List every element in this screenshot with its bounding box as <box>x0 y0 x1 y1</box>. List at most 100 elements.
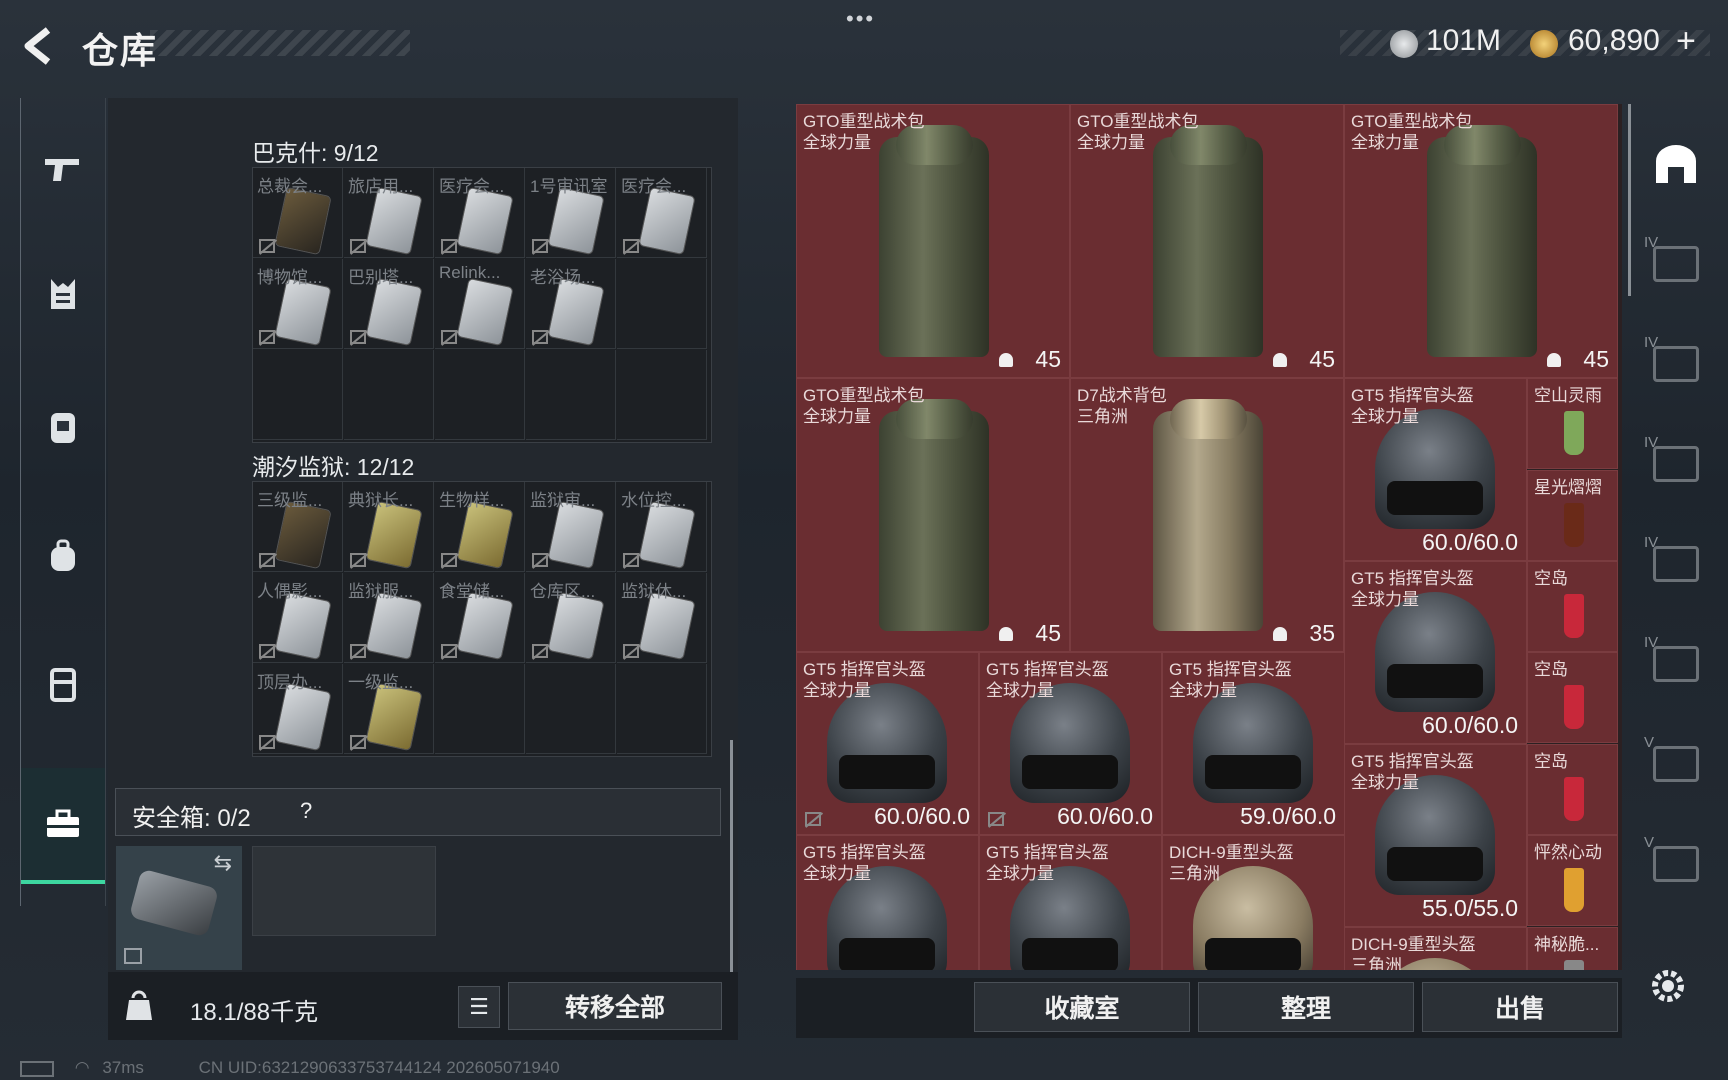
sell-button[interactable]: 出售 <box>1422 982 1618 1032</box>
stash-key-card[interactable]: 旅店用... <box>344 168 434 258</box>
stash-key-card[interactable]: 医疗会... <box>435 168 525 258</box>
stash-key-card[interactable]: 仓库区... <box>526 573 616 663</box>
storage-home-tab[interactable] <box>1644 134 1708 194</box>
stash-key-card[interactable]: 一级监... <box>344 664 434 754</box>
armor-vest-icon <box>51 279 75 309</box>
key-card-image <box>275 502 331 568</box>
stash-key-card[interactable]: 生物样... <box>435 482 525 572</box>
empty-slot[interactable] <box>526 664 616 754</box>
settings-gear-icon[interactable] <box>1648 966 1688 1011</box>
helmet-item[interactable]: DICH-9重型头盔 三角洲 <box>1344 927 1527 970</box>
storage-tab[interactable]: V <box>1644 734 1708 794</box>
back-arrow-icon[interactable] <box>20 26 60 66</box>
stash-key-card[interactable]: 人偶影... <box>253 573 343 663</box>
helmet-item[interactable]: GT5 指挥官头盔 全球力量 <box>979 835 1162 970</box>
storage-tab[interactable]: IV <box>1644 534 1708 594</box>
stash-key-card[interactable]: 顶层办... <box>253 664 343 754</box>
nav-armor[interactable] <box>21 238 105 350</box>
backpack-image <box>1153 411 1263 631</box>
stash-key-card[interactable]: 总裁会... <box>253 168 343 258</box>
empty-slot[interactable] <box>617 259 707 349</box>
drink-item[interactable]: 怦然心动 <box>1527 835 1618 926</box>
list-view-icon[interactable]: ☰ <box>458 986 500 1028</box>
empty-slot[interactable] <box>253 350 343 440</box>
storage-tab[interactable]: IV <box>1644 234 1708 294</box>
stash-key-card[interactable]: 监狱服... <box>344 573 434 663</box>
empty-slot[interactable] <box>435 350 525 440</box>
stash-key-card[interactable]: 水位控... <box>617 482 707 572</box>
empty-slot[interactable] <box>435 664 525 754</box>
more-menu-icon[interactable]: ••• <box>846 6 875 32</box>
swap-icon[interactable]: ⇆ <box>214 850 232 876</box>
storage-tab[interactable]: IV <box>1644 634 1708 694</box>
drink-item[interactable]: 星光熠熠 <box>1527 470 1618 561</box>
stash-key-card[interactable]: Relink... <box>435 259 525 349</box>
safebox-help-icon[interactable]: ? <box>300 798 312 824</box>
safebox-item-slot[interactable]: ⇆ <box>116 846 242 970</box>
collection-button[interactable]: 收藏室 <box>974 982 1190 1032</box>
helmet-item[interactable]: GT5 指挥官头盔 全球力量 60.0/60.0 <box>1344 378 1527 561</box>
stash-key-card[interactable]: 老浴场... <box>526 259 616 349</box>
durability-value: 60.0/60.0 <box>1057 803 1153 829</box>
key-card-image <box>457 188 513 254</box>
nav-backpack[interactable] <box>21 500 105 612</box>
nav-chest-rig[interactable] <box>21 370 105 482</box>
storage-tab[interactable]: V <box>1644 834 1708 894</box>
key-card-image <box>548 502 604 568</box>
stash-key-card[interactable]: 巴别塔... <box>344 259 434 349</box>
no-insure-icon <box>441 330 457 344</box>
helmet-item[interactable]: GT5 指挥官头盔 全球力量 60.0/60.0 <box>1344 561 1527 744</box>
helmet-item[interactable]: GT5 指挥官头盔 全球力量 59.0/60.0 <box>1162 652 1345 835</box>
stash-key-card[interactable]: 三级监... <box>253 482 343 572</box>
capacity-value: 45 <box>1035 620 1061 646</box>
backpack-item[interactable]: D7战术背包 三角洲 35 <box>1070 378 1344 652</box>
empty-slot[interactable] <box>526 350 616 440</box>
sort-button[interactable]: 整理 <box>1198 982 1414 1032</box>
item-title: GT5 指挥官头盔 <box>1351 752 1474 771</box>
item-faction: 全球力量 <box>1351 773 1419 792</box>
storage-tab[interactable]: IV <box>1644 434 1708 494</box>
empty-slot[interactable] <box>617 350 707 440</box>
helmet-item[interactable]: GT5 指挥官头盔 全球力量 60.0/60.0 <box>979 652 1162 835</box>
drink-item[interactable]: 空岛 <box>1527 652 1618 743</box>
helmet-item[interactable]: GT5 指挥官头盔 全球力量 55.0/55.0 <box>1344 744 1527 927</box>
stash-key-card[interactable]: 博物馆... <box>253 259 343 349</box>
transfer-all-button[interactable]: 转移全部 <box>508 982 722 1030</box>
empty-slot[interactable] <box>617 664 707 754</box>
durability-value: 60.0/60.0 <box>874 803 970 829</box>
helmet-item[interactable]: GT5 指挥官头盔 全球力量 60.0/60.0 <box>796 652 979 835</box>
stash-key-card[interactable]: 1号审讯室 <box>526 168 616 258</box>
item-name: 空岛 <box>1534 660 1568 679</box>
drink-item[interactable]: 空岛 <box>1527 561 1618 652</box>
backpack-item[interactable]: GTO重型战术包 全球力量 45 <box>1070 104 1344 378</box>
item-title: GT5 指挥官头盔 <box>1351 386 1474 405</box>
key-card-name: 一级监... <box>348 673 414 692</box>
stash-scrollbar[interactable] <box>730 740 733 972</box>
stash-key-card[interactable]: 食堂储... <box>435 573 525 663</box>
helmet-item[interactable]: DICH-9重型头盔 三角洲 <box>1162 835 1345 970</box>
drink-item[interactable]: 空山灵雨 <box>1527 378 1618 469</box>
weight-icon <box>126 990 152 1020</box>
stash-key-card[interactable]: 医疗会... <box>617 168 707 258</box>
nav-container[interactable] <box>21 628 105 740</box>
backpack-item[interactable]: GTO重型战术包 全球力量 45 <box>796 104 1070 378</box>
item-title: GT5 指挥官头盔 <box>803 843 926 862</box>
backpack-item[interactable]: GTO重型战术包 全球力量 45 <box>796 378 1070 652</box>
backpack-image <box>1153 137 1263 357</box>
key-card-image <box>275 593 331 659</box>
storage-tab[interactable]: IV <box>1644 334 1708 394</box>
stash-key-card[interactable]: 监狱休... <box>617 573 707 663</box>
nav-weapons[interactable] <box>21 114 105 226</box>
empty-slot[interactable] <box>344 350 434 440</box>
safebox-empty-slots[interactable] <box>252 846 436 936</box>
key-card-image <box>548 188 604 254</box>
drink-item[interactable]: 神秘脆... <box>1527 927 1618 970</box>
add-currency-button[interactable]: + <box>1676 22 1696 61</box>
helmet-item[interactable]: GT5 指挥官头盔 全球力量 <box>796 835 979 970</box>
backpack-item[interactable]: GTO重型战术包 全球力量 45 <box>1344 104 1618 378</box>
nav-safebox[interactable] <box>21 768 105 884</box>
stash-key-card[interactable]: 典狱长... <box>344 482 434 572</box>
stash-key-card[interactable]: 监狱审... <box>526 482 616 572</box>
inventory-scrollbar[interactable] <box>1628 104 1631 296</box>
drink-item[interactable]: 空岛 <box>1527 744 1618 835</box>
